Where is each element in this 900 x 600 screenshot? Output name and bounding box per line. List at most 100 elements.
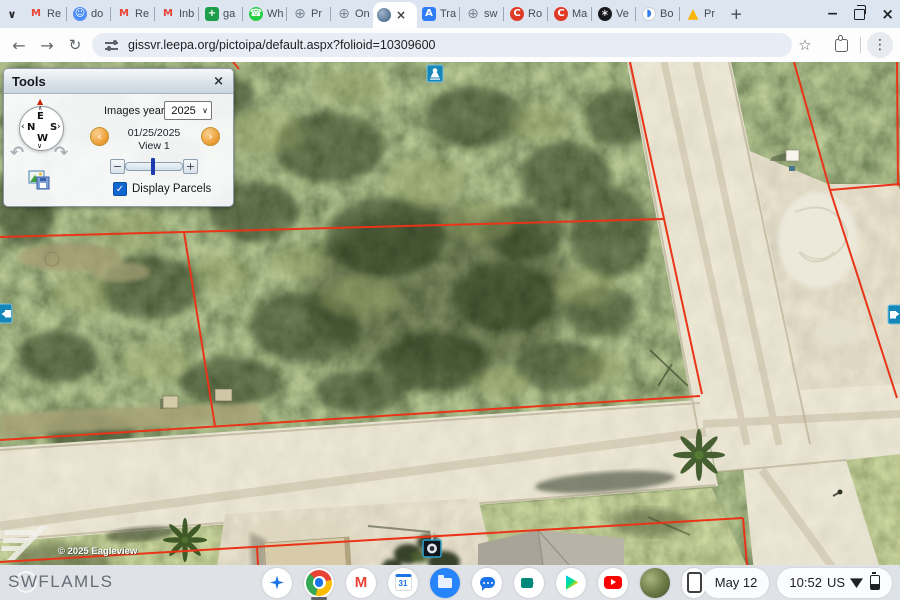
date-pill[interactable]: May 12 [703, 568, 770, 598]
tab-translate-9[interactable]: A Tra [417, 0, 458, 28]
tab-gmail-0[interactable]: MRe [24, 0, 65, 28]
gmail-icon: M [117, 7, 131, 21]
aerial-map-viewport[interactable]: © 2025 Eagleview © 2025 Eagleview Tools … [0, 62, 900, 600]
tab-close-icon[interactable]: × [396, 8, 406, 22]
tab-blue-smiley-1[interactable]: ☺do [68, 0, 109, 28]
calendar-icon[interactable]: 31 [388, 568, 418, 598]
chrome-active-indicator [311, 597, 327, 600]
tab-divider [286, 7, 287, 21]
tab-globe-10[interactable]: ⊕sw [461, 0, 502, 28]
tools-panel-title: Tools [4, 74, 213, 89]
tab-blue-swirl-14[interactable]: ◗Bo [637, 0, 678, 28]
tab-label: Ro [528, 8, 542, 20]
toolbar-divider [860, 37, 861, 53]
tab-gmail-3[interactable]: MInb [156, 0, 197, 28]
tab-label: Ve [616, 8, 629, 20]
image-date-block: 01/25/2025 View 1 [112, 127, 196, 152]
tab-globe-7[interactable]: ⊕On [332, 0, 373, 28]
reload-icon[interactable]: ↻ [62, 28, 88, 62]
tab-red-badge-11[interactable]: C Ro [505, 0, 546, 28]
messages-icon[interactable] [472, 568, 502, 598]
images-year-select[interactable]: 2025 ∨ [164, 101, 212, 120]
east-view-camera-icon[interactable] [888, 305, 900, 324]
tab-divider [330, 7, 331, 21]
display-parcels-label: Display Parcels [132, 183, 211, 195]
tab-red-badge-12[interactable]: CMa [549, 0, 590, 28]
display-parcels-row: ✓ Display Parcels [113, 182, 211, 196]
extensions-icon[interactable] [828, 28, 854, 62]
display-parcels-checkbox[interactable]: ✓ [113, 182, 127, 196]
yellow-bird-icon: ▲ [686, 7, 700, 21]
copyright-text: © 2025 Eagleview [58, 546, 138, 557]
back-icon[interactable]: ← [6, 28, 32, 62]
tab-divider [635, 7, 636, 21]
new-tab-button[interactable]: + [730, 5, 743, 23]
tab-globe-6[interactable]: ⊕Pr [288, 0, 329, 28]
tab-divider [66, 7, 67, 21]
sheets-icon: + [205, 7, 219, 21]
red-badge-icon: C [554, 7, 568, 21]
launcher-icon[interactable] [262, 568, 292, 598]
minimize-icon[interactable]: − [827, 6, 839, 22]
browser-tab-strip: ∨ MRe☺doMReMInb+ga☎Wh⊕Pr⊕On×ATra⊕swCRoCM… [0, 0, 900, 28]
meet-icon[interactable] [514, 568, 544, 598]
status-tray[interactable]: 10:52 US [777, 568, 892, 598]
blue-smiley-icon: ☺ [73, 7, 87, 21]
west-view-camera-icon[interactable] [0, 304, 12, 323]
zoom-slider-track[interactable] [125, 162, 183, 171]
north-view-camera-icon[interactable] [427, 65, 443, 82]
compass[interactable]: ▲ ∧ E ‹ N S › W ∨ ↶ ↷ [12, 99, 76, 165]
browser-menu-icon[interactable]: ⋮ [866, 28, 894, 62]
tab-label: Re [135, 8, 149, 20]
rotate-right-icon[interactable]: ↷ [54, 145, 68, 162]
tab-divider [110, 7, 111, 21]
tools-panel-header[interactable]: Tools × [4, 69, 233, 94]
tab-label: Bo [660, 8, 673, 20]
tab-label: ga [223, 8, 235, 20]
tab-black-badge-13[interactable]: ∗Ve [593, 0, 634, 28]
play-store-icon[interactable] [556, 568, 586, 598]
gmail-icon[interactable]: M [346, 568, 376, 598]
tab-label: Tra [440, 8, 456, 20]
tab-gmail-2[interactable]: M Re [112, 0, 153, 28]
restore-window-icon[interactable] [854, 9, 865, 20]
account-avatar-icon[interactable] [640, 568, 670, 598]
zoom-slider-thumb[interactable] [151, 158, 155, 175]
site-info-icon[interactable] [105, 39, 118, 51]
tools-close-icon[interactable]: × [213, 74, 233, 89]
translate-icon: A [422, 7, 436, 21]
tab-divider [679, 7, 680, 21]
red-badge-icon: C [510, 7, 524, 21]
screen: ∨ MRe☺doMReMInb+ga☎Wh⊕Pr⊕On×ATra⊕swCRoCM… [0, 0, 900, 600]
chrome-icon[interactable] [304, 568, 334, 598]
files-icon[interactable] [430, 568, 460, 598]
save-view-icon[interactable] [28, 170, 51, 191]
tab-divider [242, 7, 243, 21]
previous-image-button[interactable]: ‹ [90, 127, 109, 146]
tab-divider [459, 7, 460, 21]
zoom-out-button[interactable]: − [110, 159, 125, 174]
close-window-icon[interactable]: × [881, 5, 894, 23]
forward-icon[interactable]: → [34, 28, 60, 62]
keyboard-region: US [827, 575, 845, 590]
chat-bubble-glyph [480, 577, 495, 588]
tab-yellow-bird-15[interactable]: ▲ Pr [681, 0, 722, 28]
whatsapp-icon: ☎ [249, 7, 263, 21]
tab-label: Pr [704, 8, 715, 20]
youtube-icon[interactable] [598, 568, 628, 598]
tab-divider [503, 7, 504, 21]
url-text: gissvr.leepa.org/pictoipa/default.aspx?f… [128, 38, 436, 52]
address-bar[interactable]: gissvr.leepa.org/pictoipa/default.aspx?f… [92, 33, 792, 57]
next-image-button[interactable]: › [201, 127, 220, 146]
tab-whatsapp-5[interactable]: ☎Wh [244, 0, 285, 28]
tab-sheets-4[interactable]: + ga [200, 0, 241, 28]
image-date: 01/25/2025 [112, 127, 196, 139]
rotate-left-icon[interactable]: ↶ [10, 145, 24, 162]
tab-search-chevron-icon[interactable]: ∨ [0, 8, 24, 21]
globe-active-icon [377, 8, 391, 22]
bookmark-star-icon[interactable]: ☆ [792, 28, 818, 62]
zoom-in-button[interactable]: + [183, 159, 198, 174]
tab-divider [198, 7, 199, 21]
south-view-camera-icon[interactable] [423, 540, 441, 557]
tab-active[interactable]: × [373, 2, 417, 28]
